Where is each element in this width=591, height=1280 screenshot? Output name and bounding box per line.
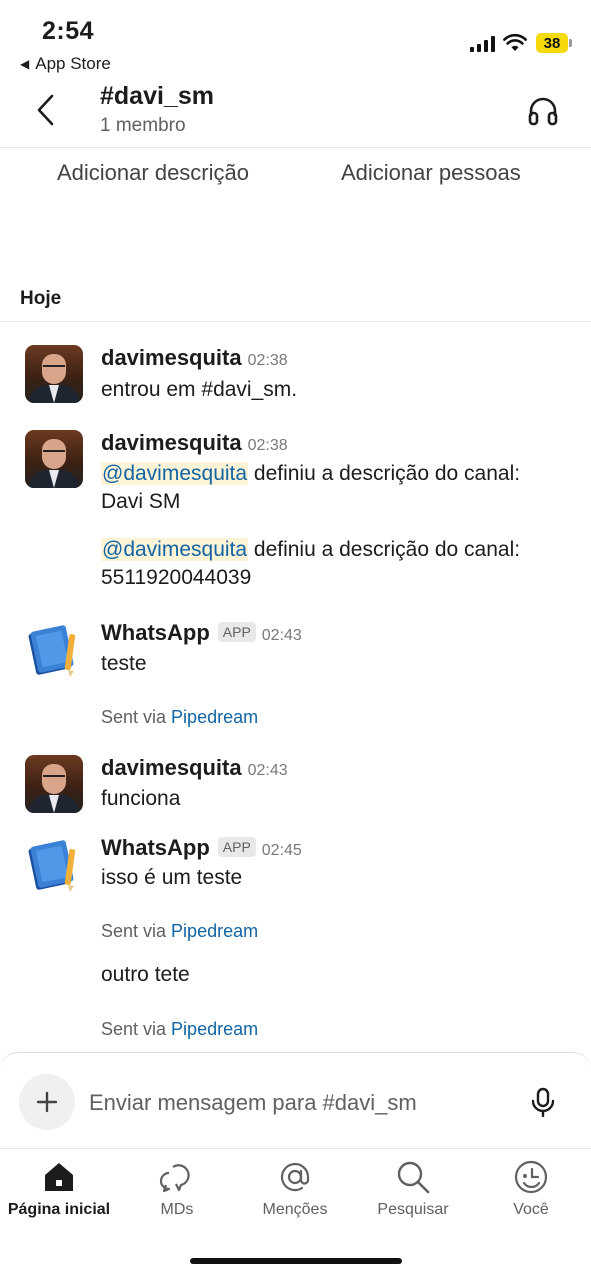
headphones-icon[interactable] — [526, 94, 560, 128]
tab-search[interactable]: Pesquisar — [354, 1159, 472, 1219]
avatar[interactable] — [25, 345, 83, 403]
message-time: 02:38 — [247, 437, 288, 454]
tab-you[interactable]: Você — [472, 1159, 590, 1219]
pipedream-link[interactable]: Pipedream — [171, 921, 258, 941]
channel-header: #davi_sm 1 membro — [0, 80, 591, 148]
message-author[interactable]: WhatsApp APP 02:45 — [101, 835, 302, 861]
notebook-icon[interactable] — [25, 835, 83, 893]
message-input[interactable]: Enviar mensagem para #davi_sm — [89, 1090, 417, 1116]
message-composer: Enviar mensagem para #davi_sm — [0, 1052, 591, 1148]
message-text: teste — [101, 652, 147, 675]
message-text: outro tete — [101, 963, 190, 986]
plus-icon — [36, 1091, 58, 1113]
message-text: entrou em #davi_sm. — [101, 378, 298, 401]
pipedream-link[interactable]: Pipedream — [171, 1019, 258, 1039]
message-text: isso é um teste — [101, 866, 243, 889]
battery-level: 38 — [536, 33, 568, 53]
message-text: funciona — [101, 787, 181, 810]
add-attachment-button[interactable] — [19, 1074, 75, 1130]
app-badge: APP — [217, 622, 256, 642]
status-bar: 2:54 ◀ App Store 38 — [0, 0, 591, 80]
tab-mentions[interactable]: Menções — [236, 1159, 354, 1219]
status-time: 2:54 — [42, 17, 95, 45]
message-time: 02:43 — [261, 627, 302, 644]
message-time: 02:38 — [247, 352, 288, 369]
sent-via-footer: Sent via Pipedream — [101, 921, 259, 941]
day-divider: Hoje — [20, 288, 62, 309]
back-chevron-icon[interactable] — [30, 90, 62, 130]
chat-bubbles-icon — [159, 1164, 190, 1193]
divider-line — [0, 321, 591, 322]
profile-icon — [514, 1160, 548, 1194]
home-icon — [45, 1163, 73, 1191]
user-mention[interactable]: @davimesquita — [101, 538, 249, 561]
cellular-signal-icon — [470, 36, 495, 52]
message-time: 02:43 — [247, 762, 288, 779]
channel-actions: Adicionar descrição Adicionar pessoas — [0, 148, 591, 198]
message-author[interactable]: davimesquita 02:38 — [101, 430, 288, 456]
message-text: @davimesquita definiu a descrição do can… — [101, 538, 521, 589]
battery-icon: 38 — [536, 33, 572, 53]
message-text: @davimesquita definiu a descrição do can… — [101, 462, 521, 513]
add-description-button[interactable]: Adicionar descrição — [57, 160, 249, 186]
message-author[interactable]: davimesquita 02:43 — [101, 755, 288, 781]
app-badge: APP — [217, 837, 256, 857]
notebook-icon[interactable] — [25, 620, 83, 678]
channel-title[interactable]: #davi_sm — [100, 82, 214, 111]
avatar[interactable] — [25, 430, 83, 488]
message-time: 02:45 — [261, 842, 302, 859]
back-to-app-link[interactable]: ◀ App Store — [20, 54, 111, 74]
at-icon — [280, 1162, 310, 1192]
search-icon — [397, 1161, 430, 1194]
wifi-icon — [503, 33, 527, 51]
message-author[interactable]: WhatsApp APP 02:43 — [101, 620, 302, 646]
sent-via-footer: Sent via Pipedream — [101, 707, 259, 727]
tab-dms[interactable]: MDs — [118, 1159, 236, 1219]
member-count[interactable]: 1 membro — [100, 115, 186, 137]
message-author[interactable]: davimesquita 02:38 — [101, 345, 288, 371]
sent-via-footer: Sent via Pipedream — [101, 1019, 259, 1039]
back-app-label: App Store — [35, 54, 111, 73]
avatar[interactable] — [25, 755, 83, 813]
back-triangle-icon: ◀ — [20, 57, 30, 71]
add-people-button[interactable]: Adicionar pessoas — [341, 160, 521, 186]
pipedream-link[interactable]: Pipedream — [171, 707, 258, 727]
user-mention[interactable]: @davimesquita — [101, 462, 249, 485]
home-indicator[interactable] — [190, 1258, 402, 1264]
microphone-icon[interactable] — [529, 1087, 557, 1117]
tab-home[interactable]: Página inicial — [0, 1159, 118, 1219]
